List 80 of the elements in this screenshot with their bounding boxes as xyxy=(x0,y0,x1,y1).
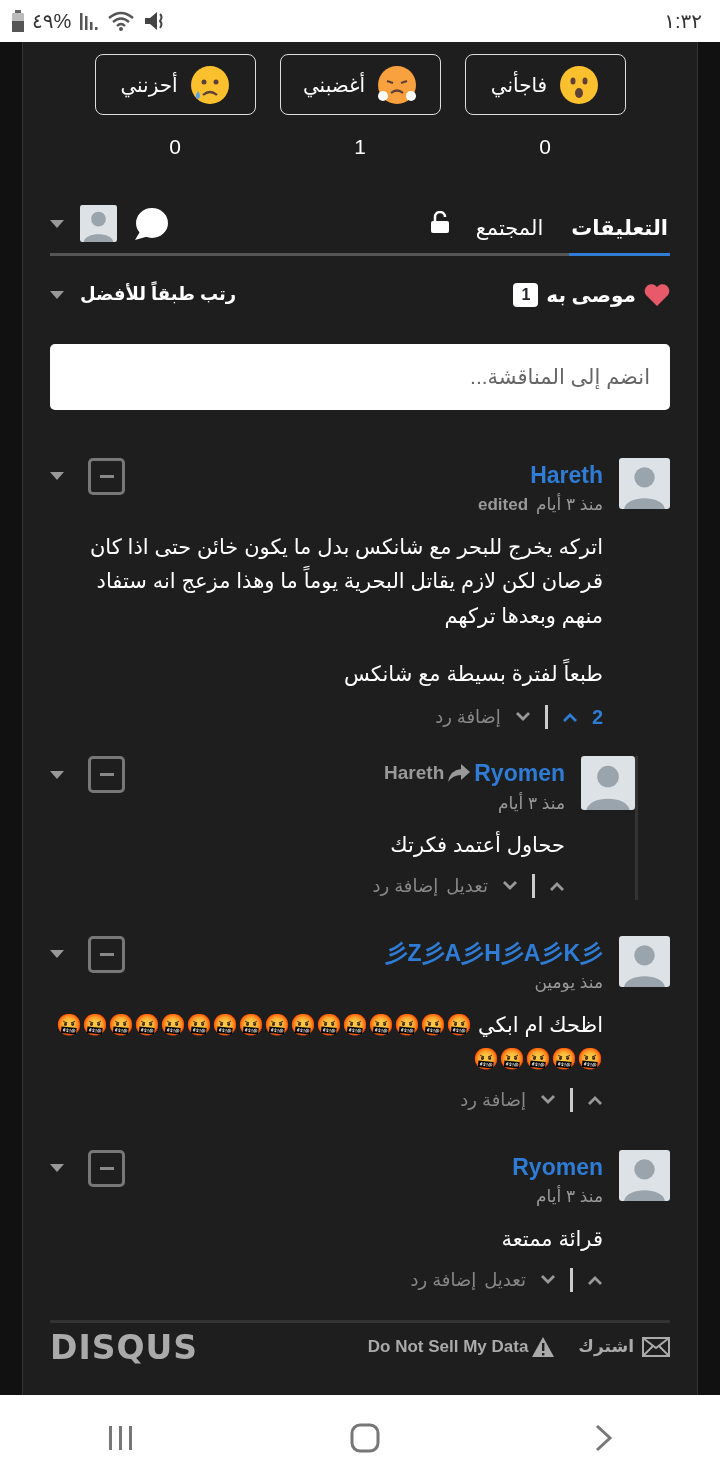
avatar-icon xyxy=(619,457,670,509)
caret-icon[interactable] xyxy=(50,770,64,779)
action-link[interactable]: إضافة رد xyxy=(460,1087,526,1114)
action-link[interactable]: إضافة رد xyxy=(410,1266,477,1294)
comment-text: اتركه يخرج للبحر مع شانكس بدل ما يكون خائن حتى اذا كان قرصان لكن لازم يقاتل البحرية يوماً ما وهذا مزعج انه ستفاد منهم وبعدها تركهم xyxy=(88,533,603,630)
action-link[interactable]: إضافة رد xyxy=(372,872,439,900)
reaction-button[interactable]: فاجأني xyxy=(464,54,626,115)
chat-bubble-icon xyxy=(133,206,169,241)
timestamp[interactable]: منذ ٣ أيام xyxy=(536,1184,603,1210)
vote-count: 2 xyxy=(591,705,603,731)
avatar-icon xyxy=(619,935,670,987)
wifi-icon xyxy=(107,10,136,32)
collapse-button[interactable] xyxy=(88,457,125,495)
downvote-icon[interactable] xyxy=(540,1095,556,1106)
collapse-button[interactable] xyxy=(88,935,125,973)
envelope-icon xyxy=(642,1337,670,1358)
recommend-label[interactable]: موصى به xyxy=(546,279,636,310)
comment-text: ححاول أعتمد فكرتك xyxy=(389,830,565,859)
author-name[interactable]: 彡Z彡A彡H彡A彡K彡 xyxy=(384,935,603,971)
battery-percent: %٤٩ xyxy=(32,9,72,34)
timestamp[interactable]: منذ يومين xyxy=(534,970,603,996)
sort-dropdown[interactable]: رتب طبقاً للأفضل xyxy=(80,281,237,308)
collapse-button[interactable] xyxy=(88,1150,125,1187)
comment-input[interactable]: انضم إلى المناقشة... xyxy=(50,343,670,410)
home-icon[interactable] xyxy=(350,1422,380,1453)
surprised-face-icon xyxy=(559,64,600,105)
back-icon[interactable] xyxy=(594,1423,613,1452)
caret-icon[interactable] xyxy=(50,1164,64,1173)
minus-icon xyxy=(99,474,114,478)
reaction-count: 0 xyxy=(168,134,182,160)
caret-icon[interactable] xyxy=(50,290,64,299)
clock-time: ١:٣٢ xyxy=(664,9,702,34)
author-name[interactable]: Ryomen xyxy=(512,1150,603,1185)
reaction-count: 0 xyxy=(538,134,552,160)
timestamp[interactable]: منذ ٣ أيام xyxy=(536,492,603,518)
do-not-sell-link[interactable]: Do Not Sell My Data xyxy=(367,1334,529,1360)
tab[interactable]: التعليقات xyxy=(569,202,670,256)
reaction-button[interactable]: أغضبني xyxy=(279,54,441,115)
caret-icon[interactable] xyxy=(50,950,64,959)
timestamp[interactable]: منذ ٣ أيام xyxy=(498,790,565,817)
upvote-icon[interactable] xyxy=(587,1095,603,1106)
comment-text: قرائة ممتعة xyxy=(500,1226,603,1253)
upvote-icon[interactable] xyxy=(549,881,565,892)
avatar-icon xyxy=(80,205,117,242)
minus-icon xyxy=(99,773,114,777)
comment-text: طبعاً لفترة بسيطة مع شانكس xyxy=(50,657,603,693)
caret-icon[interactable] xyxy=(50,219,64,228)
action-link[interactable]: تعديل xyxy=(446,872,488,900)
heart-icon xyxy=(644,283,670,306)
upvote-icon[interactable] xyxy=(587,1275,603,1286)
recommend-count: 1 xyxy=(513,282,539,307)
author-name[interactable]: Ryomen xyxy=(474,756,565,791)
comment-text: اظحك ام ابكي 🤬🤬🤬🤬🤬🤬🤬🤬🤬🤬🤬🤬🤬🤬🤬🤬🤬🤬🤬🤬🤬 xyxy=(55,1011,603,1073)
minus-icon xyxy=(99,1167,114,1170)
upvote-icon[interactable] xyxy=(561,712,578,723)
action-link[interactable]: تعديل xyxy=(484,1266,526,1294)
reaction-button[interactable]: أحزنني xyxy=(94,54,256,115)
warning-icon xyxy=(532,1337,555,1358)
avatar-icon xyxy=(581,756,635,811)
signal-icon xyxy=(79,11,100,31)
minus-icon xyxy=(99,952,114,956)
avatar-icon xyxy=(619,1150,670,1201)
author-name[interactable]: Hareth xyxy=(530,457,603,492)
collapse-button[interactable] xyxy=(88,756,125,794)
downvote-icon[interactable] xyxy=(502,881,518,892)
disqus-logo[interactable]: DISQUS xyxy=(50,1330,199,1364)
action-link[interactable]: إضافة رد xyxy=(435,703,501,731)
sad-face-icon xyxy=(189,64,230,105)
reply-to-name[interactable]: Hareth xyxy=(384,759,445,788)
lock-icon xyxy=(429,210,450,233)
steaming-face-icon xyxy=(377,64,418,105)
downvote-icon[interactable] xyxy=(540,1275,556,1286)
caret-icon[interactable] xyxy=(50,472,64,480)
downvote-icon[interactable] xyxy=(514,712,531,723)
edited-label: edited xyxy=(478,494,529,516)
reaction-count: 1 xyxy=(353,134,367,160)
battery-icon xyxy=(12,10,24,32)
reply-arrow-icon xyxy=(448,764,471,783)
tab[interactable]: المجتمع xyxy=(473,202,546,256)
subscribe-link[interactable]: اشترك xyxy=(578,1334,634,1360)
